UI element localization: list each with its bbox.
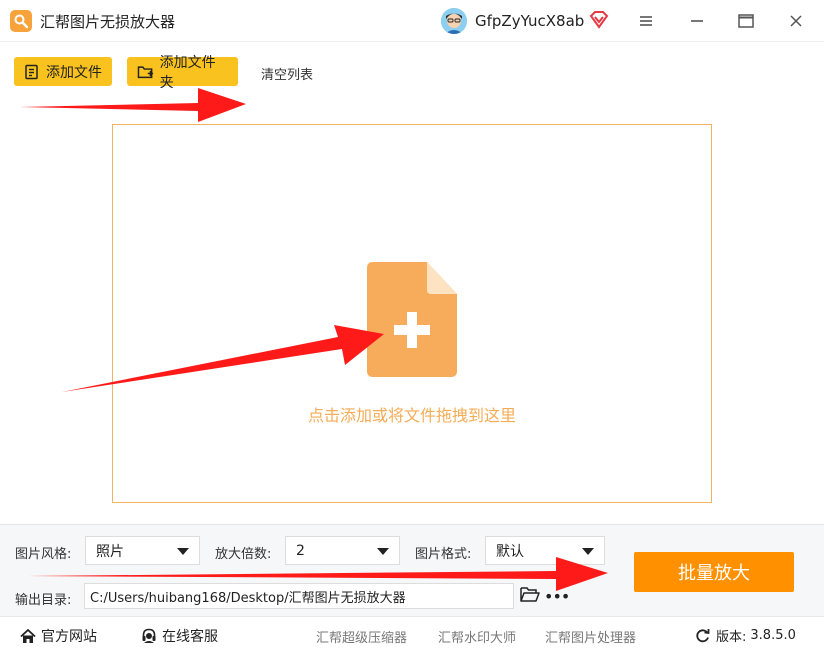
file-drop-zone[interactable]: 点击添加或将文件拖拽到这里 (112, 124, 712, 503)
vip-diamond-icon[interactable] (589, 11, 609, 29)
drop-hint: 点击添加或将文件拖拽到这里 (307, 406, 516, 425)
settings-panel: 图片风格: 照片 放大倍数: 2 图片格式: 默认 输出目录: ••• 批量放大 (0, 524, 824, 616)
footer-link-compressor[interactable]: 汇帮超级压缩器 (316, 627, 407, 646)
style-select-value: 照片 (96, 543, 124, 560)
avatar[interactable] (441, 8, 467, 34)
version-info[interactable]: 版本: 3.8.5.0 (695, 626, 796, 645)
add-folder-label: 添加文件夹 (159, 54, 216, 91)
add-folder-icon (137, 65, 154, 78)
style-label: 图片风格: (15, 547, 72, 562)
style-select[interactable]: 照片 (85, 536, 200, 565)
annotation-arrow-toolbar (20, 88, 246, 122)
scale-label: 放大倍数: (215, 547, 272, 562)
menu-icon[interactable] (635, 10, 657, 32)
home-icon (20, 628, 36, 643)
format-select[interactable]: 默认 (485, 536, 605, 565)
folder-open-icon[interactable] (520, 586, 540, 604)
official-website-label: 官方网站 (41, 629, 97, 645)
format-select-value: 默认 (496, 543, 524, 560)
chevron-down-icon (377, 548, 389, 555)
version-value: 3.8.5.0 (750, 628, 796, 643)
app-window: 汇帮图片无损放大器 GfpZyYucX8ab 添加文件 添加文件夹 清空列表 点… (0, 0, 824, 650)
footer-link-image-processor[interactable]: 汇帮图片处理器 (545, 627, 636, 646)
add-file-button[interactable]: 添加文件 (14, 57, 112, 86)
official-website-link[interactable]: 官方网站 (20, 626, 97, 646)
online-support-label: 在线客服 (162, 629, 218, 645)
magnifier-logo-icon (10, 10, 32, 32)
version-label: 版本: (716, 630, 747, 645)
minimize-button[interactable] (686, 10, 708, 32)
file-plus-icon (367, 262, 457, 377)
clear-list-button[interactable]: 清空列表 (261, 64, 313, 83)
output-label: 输出目录: (15, 593, 72, 608)
title-bar: 汇帮图片无损放大器 GfpZyYucX8ab (0, 0, 824, 42)
add-folder-button[interactable]: 添加文件夹 (127, 55, 238, 91)
scale-select-value: 2 (296, 542, 305, 559)
online-support-link[interactable]: 在线客服 (141, 626, 218, 646)
chevron-down-icon (177, 548, 189, 555)
scale-select[interactable]: 2 (285, 536, 400, 565)
refresh-icon (696, 629, 710, 643)
output-path-input[interactable] (84, 583, 514, 609)
batch-enlarge-button[interactable]: 批量放大 (634, 552, 794, 592)
footer-link-watermark[interactable]: 汇帮水印大师 (438, 627, 516, 646)
add-file-icon (25, 64, 38, 79)
chevron-down-icon (582, 548, 594, 555)
maximize-icon[interactable] (735, 10, 757, 32)
username[interactable]: GfpZyYucX8ab (475, 12, 584, 30)
more-options-button[interactable]: ••• (544, 587, 570, 606)
format-label: 图片格式: (415, 547, 472, 562)
app-title: 汇帮图片无损放大器 (40, 13, 176, 31)
headset-icon (142, 628, 156, 643)
close-icon[interactable] (785, 10, 807, 32)
add-file-label: 添加文件 (46, 64, 102, 81)
footer-bar: 官方网站 在线客服 汇帮超级压缩器 汇帮水印大师 汇帮图片处理器 版本: 3.8… (0, 616, 824, 650)
